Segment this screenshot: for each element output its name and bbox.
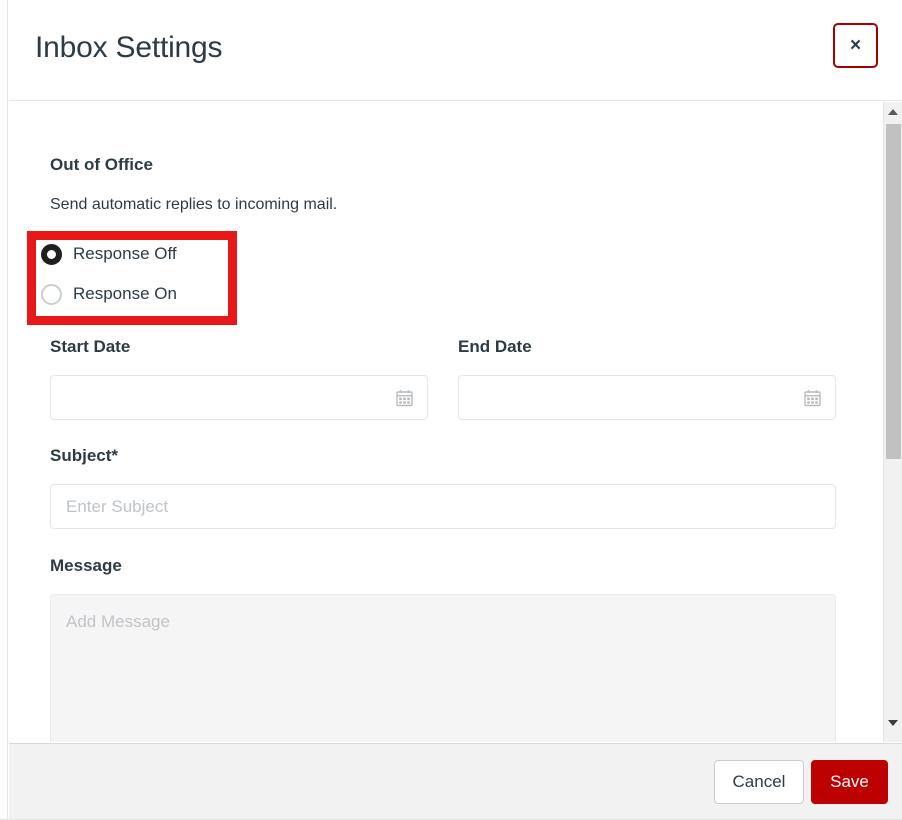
inbox-settings-modal: Inbox Settings × Out of Office Send auto… <box>0 0 902 820</box>
end-date-input[interactable] <box>458 375 836 420</box>
scroll-down-arrow-icon <box>888 720 898 726</box>
save-button[interactable]: Save <box>811 760 888 804</box>
close-icon: × <box>849 35 862 56</box>
modal-scrollbar[interactable] <box>883 102 902 742</box>
scrollbar-thumb[interactable] <box>886 124 901 459</box>
scroll-up-arrow-icon <box>888 109 898 115</box>
modal-header: Inbox Settings × <box>9 0 902 101</box>
radio-option-response-off[interactable]: Response Off <box>41 234 241 274</box>
scroll-up-arrow-button[interactable] <box>884 103 902 121</box>
radio-option-response-on[interactable]: Response On <box>41 274 241 314</box>
close-button[interactable]: × <box>833 23 878 68</box>
response-radio-group[interactable]: Response Off Response On <box>41 234 241 314</box>
message-textarea[interactable] <box>50 594 836 742</box>
cancel-button[interactable]: Cancel <box>714 760 804 804</box>
label-subject: Subject* <box>50 446 119 465</box>
radio-unselected-icon <box>41 283 62 305</box>
radio-selected-icon <box>41 243 62 265</box>
label-end-date: End Date <box>458 337 532 356</box>
label-message: Message <box>50 556 122 575</box>
modal-left-border <box>0 0 8 820</box>
section-heading-out-of-office: Out of Office <box>50 155 153 174</box>
section-description: Send automatic replies to incoming mail. <box>50 196 338 213</box>
modal-footer: Cancel Save <box>9 743 902 820</box>
label-start-date: Start Date <box>50 337 131 356</box>
end-date-field-wrapper[interactable] <box>458 375 836 420</box>
radio-label-response-on: Response On <box>73 284 177 303</box>
subject-input[interactable] <box>50 484 836 529</box>
start-date-input[interactable] <box>50 375 428 420</box>
radio-label-response-off: Response Off <box>73 244 177 263</box>
start-date-field-wrapper[interactable] <box>50 375 428 420</box>
modal-body-scroll-area: Out of Office Send automatic replies to … <box>9 102 882 742</box>
page-title: Inbox Settings <box>35 31 223 64</box>
scroll-down-arrow-button[interactable] <box>884 714 902 732</box>
